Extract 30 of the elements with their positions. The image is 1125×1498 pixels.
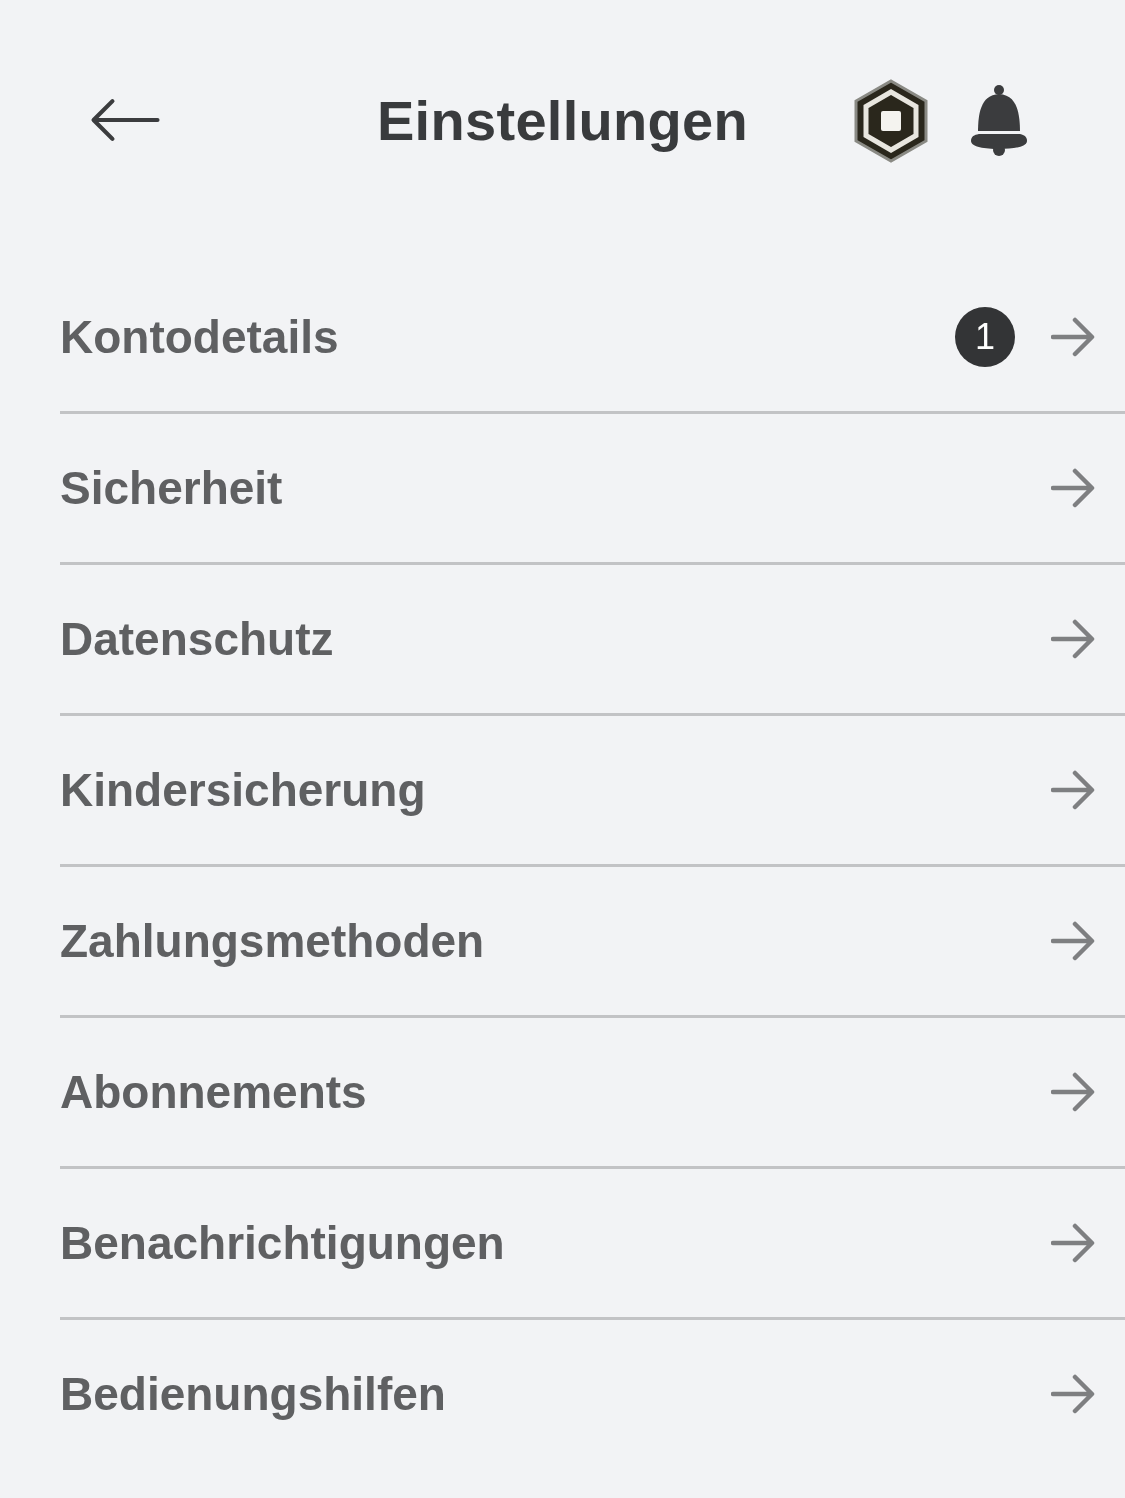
arrow-right-icon [1051,1374,1095,1414]
notification-bell-icon[interactable] [968,85,1030,157]
arrow-right-icon [1051,468,1095,508]
back-arrow-icon [90,98,160,142]
back-button[interactable] [90,98,160,142]
arrow-right-icon [1051,921,1095,961]
arrow-right-icon [1051,317,1095,357]
row-label: Datenschutz [60,612,335,666]
settings-row[interactable]: Datenschutz [60,565,1125,716]
row-label: Benachrichtigungen [60,1216,506,1270]
arrow-right-icon [1051,1223,1095,1263]
row-label: Bedienungshilfen [60,1367,447,1421]
settings-row[interactable]: Sicherheit [60,414,1125,565]
row-label: Kindersicherung [60,763,427,817]
row-label: Abonnements [60,1065,368,1119]
currency-hexagon-icon[interactable] [854,79,928,163]
settings-row[interactable]: Zahlungsmethoden [60,867,1125,1018]
settings-row[interactable]: Bedienungshilfen [60,1320,1125,1468]
settings-row[interactable]: Abonnements [60,1018,1125,1169]
row-label: Zahlungsmethoden [60,914,486,968]
settings-row[interactable]: Benachrichtigungen [60,1169,1125,1320]
settings-row[interactable]: Kontodetails 1 [60,263,1125,414]
notification-count-badge: 1 [955,307,1015,367]
arrow-right-icon [1051,619,1095,659]
row-label: Kontodetails [60,310,340,364]
row-label: Sicherheit [60,461,284,515]
arrow-right-icon [1051,770,1095,810]
arrow-right-icon [1051,1072,1095,1112]
settings-row[interactable]: Kindersicherung [60,716,1125,867]
page-title: Einstellungen [376,87,748,153]
